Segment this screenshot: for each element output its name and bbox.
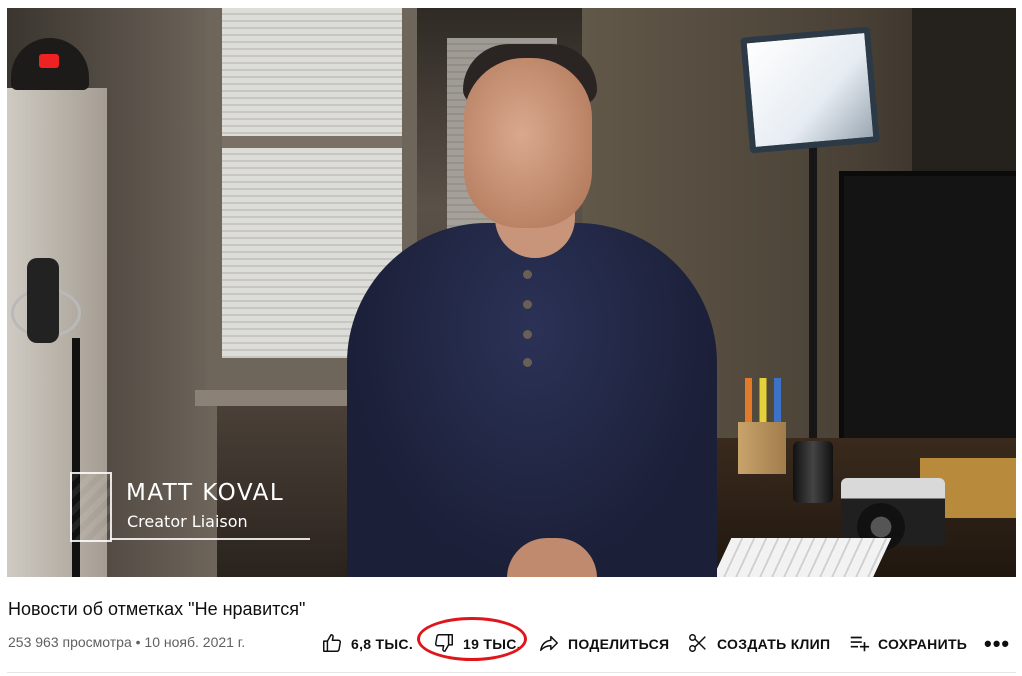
lower-third-box: [70, 472, 112, 542]
video-player[interactable]: MATT KOVAL Creator Liaison: [7, 8, 1016, 577]
scene-microphone: [27, 258, 59, 343]
thumb-up-icon: [321, 632, 343, 657]
scene-pencil-cup: [738, 422, 786, 474]
scene-keyboard: [712, 538, 892, 577]
scene-pencils: [745, 378, 781, 426]
lower-third-rule: [110, 538, 310, 540]
presenter-torso: [347, 223, 717, 577]
save-button[interactable]: СОХРАНИТЬ: [848, 628, 967, 660]
share-button[interactable]: ПОДЕЛИТЬСЯ: [538, 628, 669, 660]
like-button[interactable]: 6,8 ТЫС.: [321, 628, 413, 660]
share-label: ПОДЕЛИТЬСЯ: [568, 636, 670, 652]
more-actions-button[interactable]: •••: [984, 628, 1010, 660]
create-clip-label: СОЗДАТЬ КЛИП: [717, 636, 831, 652]
shirt-button: [523, 300, 532, 309]
lower-third-name: MATT KOVAL: [126, 480, 285, 506]
scissors-icon: [687, 632, 709, 657]
shirt-button: [523, 330, 532, 339]
lower-third-role: Creator Liaison: [127, 512, 248, 531]
scene-lens: [793, 441, 833, 503]
save-label: СОХРАНИТЬ: [878, 636, 968, 652]
scene-light-panel: [740, 26, 880, 154]
lower-third: MATT KOVAL Creator Liaison: [70, 472, 310, 542]
presenter-head: [464, 58, 592, 228]
scene-cap-logo: [39, 54, 59, 68]
video-title: Новости об отметках "Не нравится": [8, 599, 306, 619]
more-icon: •••: [984, 631, 1011, 656]
scene-lamp-pole: [809, 138, 817, 438]
like-count: 6,8 ТЫС.: [351, 636, 414, 652]
video-meta: 253 963 просмотра • 10 нояб. 2021 г.: [8, 634, 246, 650]
annotation-circle: [417, 617, 527, 661]
create-clip-button[interactable]: СОЗДАТЬ КЛИП: [687, 628, 830, 660]
divider: [7, 672, 1016, 673]
shirt-button: [523, 358, 532, 367]
scene-window-bar: [222, 136, 402, 148]
playlist-add-icon: [848, 632, 870, 657]
shirt-button: [523, 270, 532, 279]
share-arrow-icon: [538, 632, 560, 657]
